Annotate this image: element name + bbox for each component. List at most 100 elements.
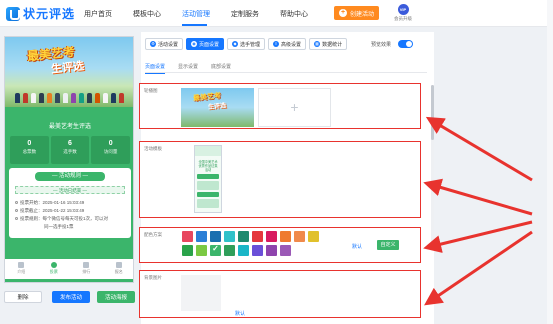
top-navigation-bar: 状元评选 用户首页 模板中心 活动管理 定制服务 帮助中心 + 创建活动 VIP… bbox=[0, 0, 553, 27]
tab-statistics[interactable]: ▦ 数据统计 bbox=[309, 38, 348, 50]
crowd-figure bbox=[119, 93, 124, 103]
brand-name: 状元评选 bbox=[23, 7, 76, 21]
settings-icon: ⚙ bbox=[150, 41, 156, 47]
color-swatch[interactable] bbox=[266, 231, 277, 242]
color-swatch[interactable] bbox=[196, 245, 207, 256]
color-swatch[interactable] bbox=[294, 231, 305, 242]
crowd-figure bbox=[55, 93, 60, 103]
rule-vote-end: 投票截止：2025-01-22 15:03:49 bbox=[15, 208, 84, 214]
tab-contestant-management[interactable]: ◆ 选手管理 bbox=[227, 38, 266, 50]
preview-stats: 0 总票数 6 选手数 0 访问量 bbox=[9, 136, 131, 164]
template-thumb-block bbox=[197, 192, 219, 197]
crowd-figure bbox=[79, 93, 84, 103]
bottom-nav-label: 排行 bbox=[82, 269, 91, 274]
nav-item-home[interactable]: 用户首页 bbox=[84, 9, 112, 19]
preview-event-name: 最美艺考生评选 bbox=[48, 124, 91, 130]
carousel-image[interactable]: 最美艺考 生评选 bbox=[181, 88, 254, 127]
settings-tabs: ⚙ 活动设置 ◉ 页面设置 ◆ 选手管理 ≡ 高级设置 ▦ 数据统计 bbox=[145, 38, 350, 50]
tab-activity-settings[interactable]: ⚙ 活动设置 bbox=[145, 38, 184, 50]
bottom-nav-intro[interactable]: 介绍 bbox=[5, 259, 38, 279]
color-swatch[interactable] bbox=[266, 245, 277, 256]
color-swatch[interactable] bbox=[224, 245, 235, 256]
arrow-to-template bbox=[423, 178, 533, 216]
bottom-nav-ranking[interactable]: 排行 bbox=[70, 259, 103, 279]
carousel-image-title-line2: 生评选 bbox=[207, 103, 227, 111]
color-swatch[interactable] bbox=[182, 231, 193, 242]
crowd-figure bbox=[15, 93, 20, 103]
vip-upgrade-label: 会员升级 bbox=[394, 16, 412, 21]
crowd-figure bbox=[23, 93, 28, 103]
color-default-link[interactable]: 默认 bbox=[352, 243, 362, 250]
plus-icon: + bbox=[338, 9, 347, 17]
template-thumb-header bbox=[195, 146, 221, 156]
activity-status: — 活动已结束 — bbox=[15, 186, 125, 194]
nav-item-activity-management[interactable]: 活动管理 bbox=[182, 9, 210, 19]
arrow-to-color bbox=[423, 220, 533, 253]
add-carousel-image-button[interactable]: + bbox=[258, 88, 331, 127]
clock-icon bbox=[15, 209, 18, 213]
color-swatch[interactable] bbox=[280, 245, 291, 256]
color-custom-button[interactable]: 自定义 bbox=[377, 240, 399, 250]
nav-active-indicator bbox=[182, 24, 207, 26]
page-icon: ◉ bbox=[191, 41, 198, 47]
color-swatch[interactable] bbox=[182, 245, 193, 256]
nav-item-custom-service[interactable]: 定制服务 bbox=[231, 9, 259, 19]
color-swatch[interactable] bbox=[224, 231, 235, 242]
tab-advanced-settings[interactable]: ≡ 高级设置 bbox=[268, 38, 307, 50]
delete-button[interactable]: 删除 bbox=[4, 291, 42, 303]
subtab-divider bbox=[145, 72, 427, 73]
template-thumb-block bbox=[197, 174, 219, 179]
color-swatch[interactable] bbox=[238, 231, 249, 242]
publish-activity-button[interactable]: 发布活动 bbox=[52, 291, 90, 303]
settings-scroll-thumb[interactable] bbox=[431, 85, 434, 140]
tab-page-settings[interactable]: ◉ 页面设置 bbox=[186, 38, 225, 50]
preview-toggle-switch[interactable] bbox=[398, 40, 413, 48]
stat-value: 6 bbox=[68, 140, 72, 147]
preview-rules-card: — 活动规则 — — 活动已结束 — 投票开始：2025-01-16 15:03… bbox=[9, 168, 131, 238]
color-swatch[interactable] bbox=[308, 231, 319, 242]
rule-text: 投票截止：2025-01-22 15:03:49 bbox=[20, 208, 85, 213]
crowd-figure bbox=[63, 93, 68, 103]
vote-icon bbox=[50, 262, 57, 268]
bottom-nav-label: 投票 bbox=[49, 269, 58, 274]
stat-value: 0 bbox=[27, 140, 32, 147]
crowd-figure bbox=[103, 93, 108, 103]
stat-value: 0 bbox=[108, 140, 113, 147]
crowd-figure bbox=[71, 93, 76, 103]
bottom-nav-vote[interactable]: 投票 bbox=[38, 259, 71, 279]
template-thumbnail[interactable]: 全国中美艺术 优秀作品征集活动 bbox=[194, 145, 222, 213]
clock-icon bbox=[15, 201, 18, 205]
nav-item-help[interactable]: 帮助中心 bbox=[280, 9, 308, 19]
color-swatch[interactable] bbox=[210, 231, 221, 242]
preview-poster-image: 最美艺考 生评选 bbox=[5, 37, 133, 107]
rule-vote-rule-cont: 同一选手投1票 bbox=[44, 224, 74, 229]
stat-label: 选手数 bbox=[63, 149, 77, 154]
plus-icon: + bbox=[290, 99, 299, 115]
create-activity-button[interactable]: + 创建活动 bbox=[334, 6, 379, 20]
brand-logo[interactable]: 状元评选 bbox=[6, 5, 75, 22]
color-swatch[interactable] bbox=[252, 245, 263, 256]
background-image-label: 背景图片 bbox=[144, 275, 162, 280]
color-swatch[interactable] bbox=[210, 244, 221, 256]
template-section: 活动模板 全国中美艺术 优秀作品征集活动 bbox=[139, 141, 421, 218]
rule-text: 投票开始：2025-01-16 15:03:49 bbox=[20, 200, 85, 205]
bottom-nav-label: 报名 bbox=[114, 269, 123, 274]
vip-upgrade[interactable]: VIP 会员升级 bbox=[394, 4, 412, 22]
color-swatch[interactable] bbox=[280, 231, 291, 242]
page-scrollbar[interactable] bbox=[547, 0, 553, 324]
color-swatch[interactable] bbox=[238, 245, 249, 256]
background-image-section: 背景图片 默认 bbox=[139, 270, 421, 318]
rules-title: — 活动规则 — bbox=[35, 172, 105, 181]
background-default-link[interactable]: 默认 bbox=[235, 310, 245, 317]
crowd-figure bbox=[87, 93, 92, 103]
background-image-placeholder[interactable] bbox=[181, 275, 221, 311]
color-swatch[interactable] bbox=[196, 231, 207, 242]
tab-label: 数据统计 bbox=[322, 41, 343, 48]
preview-bottom-nav: 介绍 投票 排行 报名 bbox=[5, 259, 134, 279]
color-swatch[interactable] bbox=[252, 231, 263, 242]
info-icon bbox=[15, 217, 18, 221]
mobile-preview: 最美艺考 生评选 最美艺考生评选 0 总票数 6 选手数 0 访问量 — 活动规… bbox=[4, 36, 134, 283]
nav-item-templates[interactable]: 模板中心 bbox=[133, 9, 161, 19]
bottom-nav-signup[interactable]: 报名 bbox=[103, 259, 134, 279]
activity-poster-button[interactable]: 活动海报 bbox=[97, 291, 135, 303]
